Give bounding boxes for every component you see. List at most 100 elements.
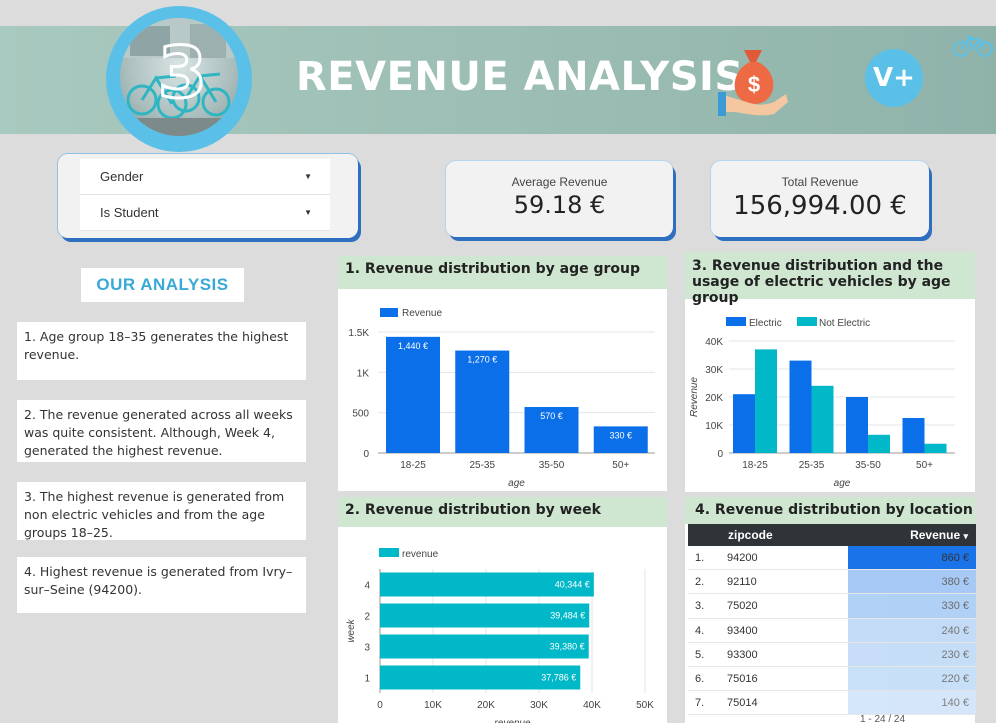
data-label: 39,484 € [550,611,585,621]
data-label: 37,786 € [541,673,576,683]
table-row[interactable]: 2. 92110 380 € [688,570,976,595]
legend-label: revenue [402,549,439,560]
table-row[interactable]: 4. 93400 240 € [688,618,976,643]
x-axis-label: age [834,478,851,489]
revenue-cell: 330 € [848,594,976,618]
y-tick-label: 500 [352,409,369,420]
x-tick-label: 40K [583,700,601,711]
row-index: 5. [695,648,705,661]
y-tick-label: 30K [705,365,723,376]
data-label: 570 € [540,411,563,421]
student-filter-label: Is Student [100,205,159,220]
y-tick-label: 1.5K [348,328,369,339]
x-tick-label: 50K [636,700,654,711]
y-tick-label: 20K [705,393,723,404]
revenue-cell: 240 € [848,618,976,642]
table-row[interactable]: 5. 93300 230 € [688,642,976,667]
revenue-column-header[interactable]: Revenue ▾ [910,528,968,542]
student-filter-dropdown[interactable]: Is Student ▼ [80,195,330,231]
revenue-cell: 230 € [848,642,976,666]
y-tick-label: 3 [364,643,370,654]
electric-revenue-chart: Electric Not Electric 0 10K 20K 30K 40K 18-25 25… [689,317,955,489]
gender-filter-dropdown[interactable]: Gender ▼ [80,159,330,195]
data-label: 1,270 € [467,355,497,365]
page-title: REVENUE ANALYSIS [296,54,744,100]
bar [811,385,834,453]
zipcode-cell: 93300 [727,648,758,661]
zipcode-cell: 94200 [727,552,758,564]
revenue-cell: 860 € [848,546,976,570]
y-axis-label: Revenue [689,377,700,417]
x-tick-label: 18-25 [400,460,426,471]
x-tick-label: 25-35 [469,460,495,471]
x-tick-label: 35-50 [539,460,565,471]
logo-number: 3 [157,31,209,116]
row-index: 4. [695,624,705,637]
x-tick-label: 0 [377,700,383,711]
age-revenue-chart: Revenue 0 500 1K 1.5K 1,440 € 18-25 1,270 € 25-3… [348,308,655,489]
y-tick-label: 4 [364,581,370,592]
row-index: 6. [695,672,705,685]
legend-swatch [726,317,746,326]
chart-title: 4. Revenue distribution by location [685,497,975,524]
legend-label: Electric [749,318,782,329]
total-revenue-value: 156,994.00 € [733,191,907,221]
bar [386,336,440,453]
table-row[interactable]: 7. 75014 140 € [688,691,976,716]
bikes-logo: 3 [120,18,238,136]
bar [868,434,890,453]
zipcode-cell: 93400 [727,624,758,637]
y-axis-label: week [346,618,357,642]
bar [846,397,868,453]
data-label: 1,440 € [398,341,428,351]
table-row[interactable]: 6. 75016 220 € [688,666,976,692]
table-body: 1. 94200 860 € 2. 92110 380 € 3. 75020 330 € 4. 93… [688,546,976,716]
x-tick-label: 18-25 [742,460,768,471]
data-label: 39,380 € [550,642,585,652]
data-label: 40,344 € [555,580,590,590]
bar [733,394,755,453]
x-tick-label: 35-50 [855,460,881,471]
table-pager: 1 - 24 / 24 [860,714,906,723]
revenue-cell: 380 € [848,570,976,594]
data-label: 330 € [609,430,632,440]
bar [902,418,925,453]
x-tick-label: 25-35 [799,460,825,471]
chart-title: 2. Revenue distribution by week [338,497,667,527]
table-row[interactable]: 1. 94200 860 € [688,546,976,571]
revenue-cell: 140 € [848,691,976,715]
chevron-down-icon: ▼ [304,172,312,181]
legend-swatch [380,308,398,317]
total-revenue-card: Total Revenue 156,994.00 € [711,161,929,237]
gender-filter-label: Gender [100,169,144,184]
sort-desc-icon: ▾ [963,531,968,541]
analysis-note: 4. Highest revenue is generated from Ivr… [17,557,306,613]
analysis-note: 1. Age group 18–35 generates the highest… [17,322,306,380]
chevron-down-icon: ▼ [304,208,312,217]
bar [789,360,812,453]
bar [455,350,510,453]
legend-label: Not Electric [819,318,870,329]
y-tick-label: 10K [705,421,723,432]
v-plus-badge: V+ [865,49,923,107]
x-tick-label: 10K [424,700,442,711]
legend-label: Revenue [402,308,442,319]
analysis-note: 2. The revenue generated across all week… [17,400,306,462]
y-tick-label: 40K [705,337,723,348]
average-revenue-label: Average Revenue [511,175,608,189]
row-index: 7. [695,697,705,710]
average-revenue-value: 59.18 € [513,191,606,219]
legend-swatch [379,548,399,557]
week-revenue-chart: revenue 0 10K 20K 30K 40K 50K 40,344 € 4 39,484 €… [346,548,654,723]
row-index: 1. [695,552,705,564]
bar [755,349,777,453]
legend-swatch [797,317,817,326]
zipcode-column-header[interactable]: zipcode [728,528,773,542]
table-row[interactable]: 3. 75020 330 € [688,594,976,619]
chart-title: 1. Revenue distribution by age group [338,256,667,289]
row-index: 2. [695,576,705,589]
average-revenue-card: Average Revenue 59.18 € [446,161,673,237]
x-tick-label: 50+ [916,460,933,471]
total-revenue-label: Total Revenue [781,175,859,189]
x-axis-label: revenue [494,718,531,723]
